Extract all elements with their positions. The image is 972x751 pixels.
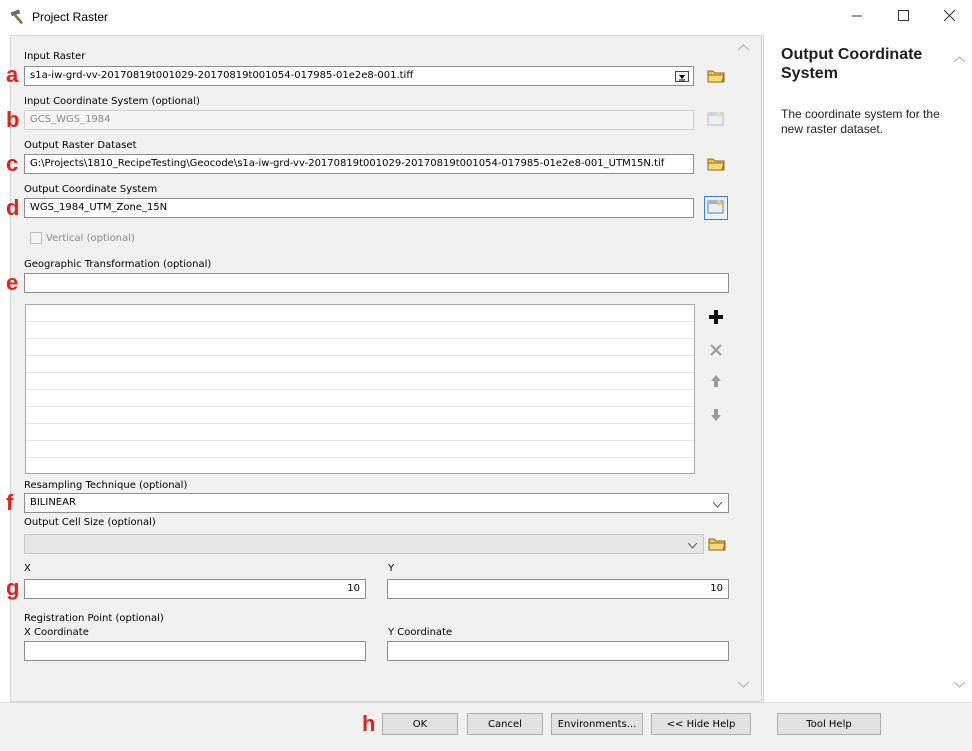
marker-e: e	[6, 270, 19, 295]
marker-g: g	[6, 575, 20, 600]
input-raster-label: Input Raster	[24, 51, 86, 62]
vertical-checkbox	[30, 232, 42, 244]
maximize-button[interactable]	[880, 0, 926, 34]
input-coord-label: Input Coordinate System (optional)	[24, 96, 200, 107]
minimize-button[interactable]	[834, 0, 880, 34]
dropdown-arrow-icon[interactable]	[675, 71, 689, 82]
window-title: Project Raster	[32, 10, 109, 24]
output-raster-browse-button[interactable]	[706, 154, 726, 174]
geo-transform-label: Geographic Transformation (optional)	[24, 259, 212, 270]
folder-icon	[707, 155, 725, 174]
marker-c: c	[6, 151, 19, 176]
output-coord-field[interactable]: WGS_1984_UTM_Zone_15N	[24, 198, 694, 218]
x-label: X	[24, 563, 31, 574]
resampling-select[interactable]: BILINEAR	[24, 493, 729, 513]
coordinate-properties-icon	[707, 199, 725, 218]
minimize-icon	[852, 11, 862, 24]
marker-d: d	[6, 195, 20, 220]
remove-icon	[710, 343, 722, 359]
help-title: Output Coordinate System	[781, 46, 923, 82]
help-body: The coordinate system for the new raster…	[781, 107, 940, 136]
chevron-down-icon	[712, 500, 723, 511]
remove-transform-button	[705, 340, 727, 362]
cell-size-label: Output Cell Size (optional)	[24, 517, 156, 528]
resampling-value: BILINEAR	[30, 497, 76, 508]
marker-h: h	[362, 711, 376, 736]
input-raster-combo[interactable]: s1a-iw-grd-vv-20170819t001029-20170819t0…	[24, 66, 694, 86]
output-coord-properties-button[interactable]	[704, 196, 728, 220]
maximize-icon	[897, 10, 909, 24]
arrow-up-icon	[710, 374, 722, 391]
help-scroll-down-icon[interactable]	[953, 677, 966, 691]
title-bar: Project Raster	[0, 0, 972, 34]
y-coordinate-label: Y Coordinate	[388, 627, 453, 638]
environments-button[interactable]: Environments...	[551, 713, 643, 735]
chevron-down-icon	[687, 541, 698, 552]
form-scroll-up-icon[interactable]	[737, 40, 750, 54]
arrow-down-icon	[710, 408, 722, 425]
y-label: Y	[388, 563, 395, 574]
x-input[interactable]: 10	[24, 579, 366, 599]
input-raster-value: s1a-iw-grd-vv-20170819t001029-20170819t0…	[30, 70, 414, 81]
y-coordinate-input[interactable]	[387, 641, 729, 661]
tool-help-button[interactable]: Tool Help	[777, 713, 881, 735]
hide-help-button[interactable]: << Hide Help	[651, 713, 751, 735]
resampling-label: Resampling Technique (optional)	[24, 480, 188, 491]
vertical-label: Vertical (optional)	[46, 233, 135, 244]
y-input[interactable]: 10	[387, 579, 729, 599]
form-scroll-down-icon[interactable]	[737, 677, 750, 691]
registration-label: Registration Point (optional)	[24, 613, 164, 624]
geo-transform-input[interactable]	[24, 273, 729, 293]
add-icon	[709, 309, 723, 327]
cell-size-select[interactable]	[24, 534, 704, 554]
close-icon	[943, 9, 955, 24]
input-coord-properties-button	[706, 110, 726, 130]
move-up-button	[705, 371, 727, 393]
folder-icon	[708, 535, 726, 554]
output-coord-label: Output Coordinate System	[24, 184, 158, 195]
coordinate-properties-icon	[707, 111, 725, 130]
geo-transform-list[interactable]	[25, 304, 695, 474]
x-coordinate-input[interactable]	[24, 641, 366, 661]
cell-size-browse-button[interactable]	[707, 534, 727, 554]
marker-a: a	[6, 62, 19, 87]
help-scroll-up-icon[interactable]	[953, 52, 966, 66]
hammer-icon	[9, 8, 27, 26]
marker-b: b	[6, 107, 20, 132]
input-raster-browse-button[interactable]	[706, 66, 726, 86]
close-button[interactable]	[926, 0, 972, 34]
move-down-button	[705, 405, 727, 427]
ok-button[interactable]: OK	[382, 713, 458, 735]
x-coordinate-label: X Coordinate	[24, 627, 89, 638]
cancel-button[interactable]: Cancel	[467, 713, 543, 735]
output-raster-field[interactable]: G:\Projects\1810_RecipeTesting\Geocode\s…	[24, 154, 694, 174]
folder-icon	[707, 67, 725, 86]
output-raster-label: Output Raster Dataset	[24, 140, 137, 151]
input-coord-field: GCS_WGS_1984	[24, 110, 694, 130]
add-transform-button[interactable]	[705, 307, 727, 329]
marker-f: f	[6, 490, 14, 515]
